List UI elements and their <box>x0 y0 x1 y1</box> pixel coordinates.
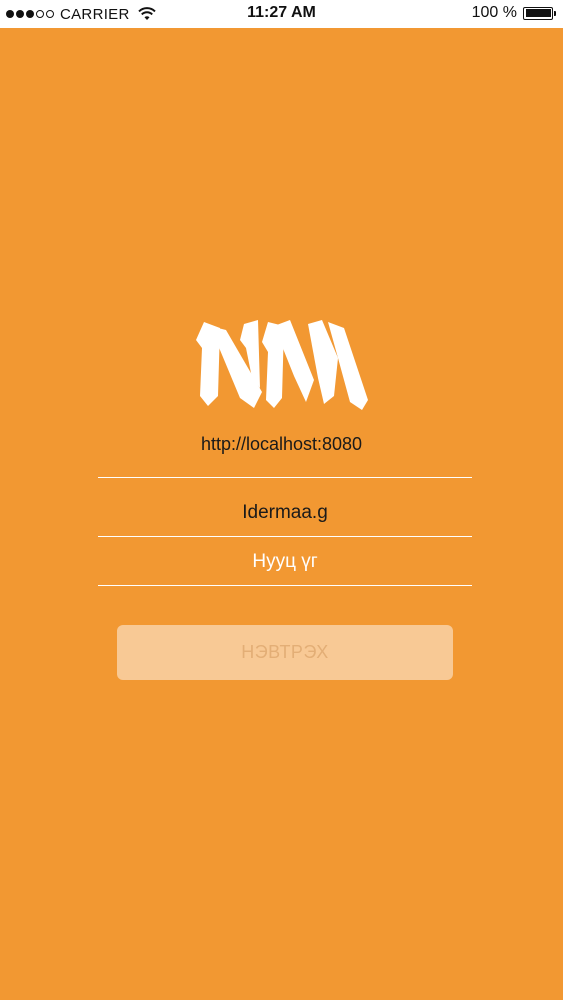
server-url-label: http://localhost:8080 <box>200 434 363 454</box>
login-screen: CARRIER 11:27 AM 100 % http://localhost:… <box>0 0 563 1000</box>
field-divider <box>98 477 472 478</box>
username-field-container <box>98 489 472 537</box>
password-field-container <box>98 538 472 586</box>
login-button[interactable]: НЭВТРЭХ <box>117 625 453 680</box>
battery-percent: 100 % <box>471 4 517 21</box>
username-input[interactable] <box>98 489 472 536</box>
nm-logo <box>196 320 368 410</box>
battery-level <box>525 9 551 17</box>
status-right: 100 % <box>471 4 556 22</box>
password-input[interactable] <box>98 538 472 585</box>
status-bar: CARRIER 11:27 AM 100 % <box>0 0 563 28</box>
battery-icon <box>523 6 556 20</box>
